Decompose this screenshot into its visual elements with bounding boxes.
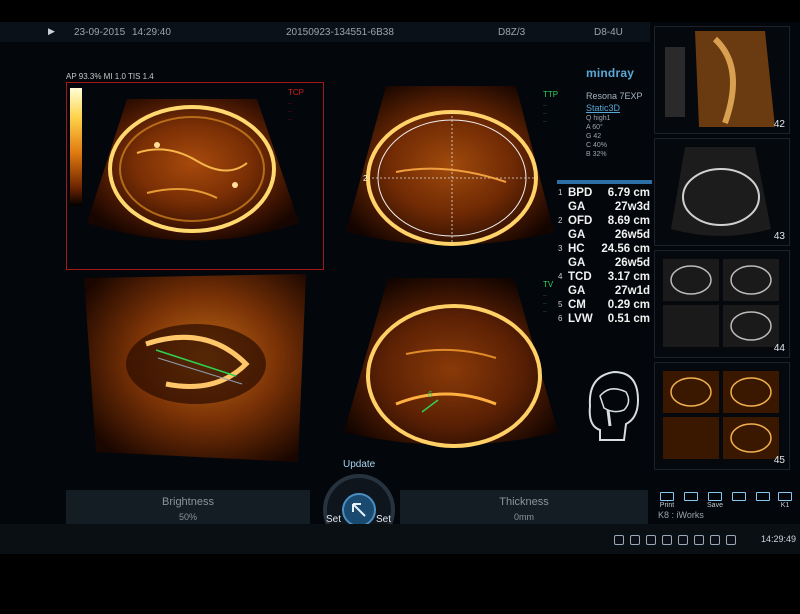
thumbnail-image[interactable]: 44 [654, 250, 790, 358]
taskbar: 14:29:49 [0, 524, 800, 554]
tray-icon[interactable] [646, 535, 656, 545]
system-info: Resona 7EXP Static3D Q high1 A 60° G 42 … [586, 90, 643, 159]
k1-button[interactable]: K1 [774, 492, 796, 509]
tray-icon[interactable] [694, 535, 704, 545]
menu-arrow-icon[interactable]: ▶ [48, 26, 55, 37]
print-button[interactable]: Print [656, 492, 678, 509]
measurement-row: GA 27w1d [568, 285, 650, 297]
tray-icon[interactable] [614, 535, 624, 545]
thumbnail-number: 42 [773, 119, 785, 130]
quadrant-3[interactable] [66, 274, 324, 462]
quadrant-4-marker: 6 [428, 390, 433, 399]
quadrant-2-label: TTP [543, 90, 559, 99]
measurement-row: GA 26w5d [568, 257, 650, 269]
image-params: AP 93.3% MI 1.0 TIS 1.4 [66, 72, 154, 81]
tray-icon[interactable] [662, 535, 672, 545]
save-button[interactable]: Save [704, 492, 726, 509]
thumbnail-image[interactable]: 43 [654, 138, 790, 246]
tray-icon[interactable] [726, 535, 736, 545]
print-icon [660, 492, 674, 501]
header-bar: ▶ 23-09-2015 14:29:40 20150923-134551-6B… [0, 22, 650, 42]
contrast-value: C 40% [586, 142, 608, 149]
iworks-label: K8 : iWorks [658, 510, 704, 520]
tool-button[interactable] [752, 492, 774, 502]
header-exam-id: 20150923-134551-6B38 [286, 27, 394, 38]
measurement-header-bar [557, 180, 652, 184]
tray-icon[interactable] [678, 535, 688, 545]
mode-label[interactable]: Static3D [586, 102, 643, 114]
b-value: B 32% [586, 151, 607, 158]
measurement-row: 3 HC 24.56 cm [558, 243, 650, 255]
brand-logo: mindray [586, 66, 635, 80]
thickness-label: Thickness [499, 496, 549, 508]
ultrasound-screen: ▶ 23-09-2015 14:29:40 20150923-134551-6B… [0, 22, 800, 554]
wifi-icon[interactable] [630, 535, 640, 545]
measurement-row: 5 CM 0.29 cm [558, 299, 650, 311]
measurement-row: 4 TCD 3.17 cm [558, 271, 650, 283]
window-icon [684, 492, 698, 501]
brightness-label: Brightness [162, 496, 214, 508]
brightness-value: 50% [178, 512, 197, 522]
window-icon [732, 492, 746, 501]
quadrant-2-sublabels: ·· ·· ·· [543, 103, 547, 125]
thumbnail-number: 45 [773, 455, 785, 466]
measurement-row: 6 LVW 0.51 cm [558, 313, 650, 325]
measurement-results: 1 BPD 6.79 cm GA 27w3d 2 OFD 8.69 cm GA 26w5d … [556, 186, 652, 326]
header-probe: D8Z/3 [498, 27, 526, 38]
header-time: 14:29:40 [132, 27, 171, 38]
angle-value: A 60° [586, 124, 603, 131]
thickness-value: 0mm [514, 512, 534, 522]
header-date: 23-09-2015 [74, 27, 126, 38]
thumbnail-number: 43 [773, 231, 785, 242]
measurement-row: GA 27w3d [568, 201, 650, 213]
window-icon [778, 492, 792, 501]
thumbnail-image[interactable]: 42 [654, 26, 790, 134]
thumbnail-image[interactable]: 45 [654, 362, 790, 470]
tray-icon[interactable] [710, 535, 720, 545]
measurement-row: GA 26w5d [568, 229, 650, 241]
model-name: Resona 7EXP [586, 91, 643, 101]
thumbnail-number: 44 [773, 343, 785, 354]
tool-button[interactable] [728, 492, 750, 502]
quadrant-4-sublabels: ·· ·· ·· [543, 293, 547, 315]
quadrant-1-label: TCP [288, 88, 304, 97]
measurement-row: 2 OFD 8.69 cm [558, 215, 650, 227]
quality-value: Q high1 [586, 115, 611, 122]
color-scale-bar [70, 88, 82, 206]
measurement-row: 1 BPD 6.79 cm [558, 187, 650, 199]
tool-button[interactable] [680, 492, 702, 502]
quadrant-4[interactable] [326, 274, 576, 462]
head-brain-icon [588, 370, 640, 441]
quadrant-1-sublabels: ·· ·· ·· [288, 101, 292, 123]
quadrant-4-label: TV [543, 280, 554, 289]
gain-value: G 42 [586, 133, 602, 140]
save-icon [708, 492, 722, 501]
header-preset: D8-4U [594, 27, 623, 38]
quadrant-1[interactable] [66, 82, 324, 270]
taskbar-clock: 14:29:49 [760, 534, 796, 544]
system-tray [614, 532, 742, 550]
window-icon [756, 492, 770, 501]
quadrant-2-marker: 2 [363, 174, 368, 183]
